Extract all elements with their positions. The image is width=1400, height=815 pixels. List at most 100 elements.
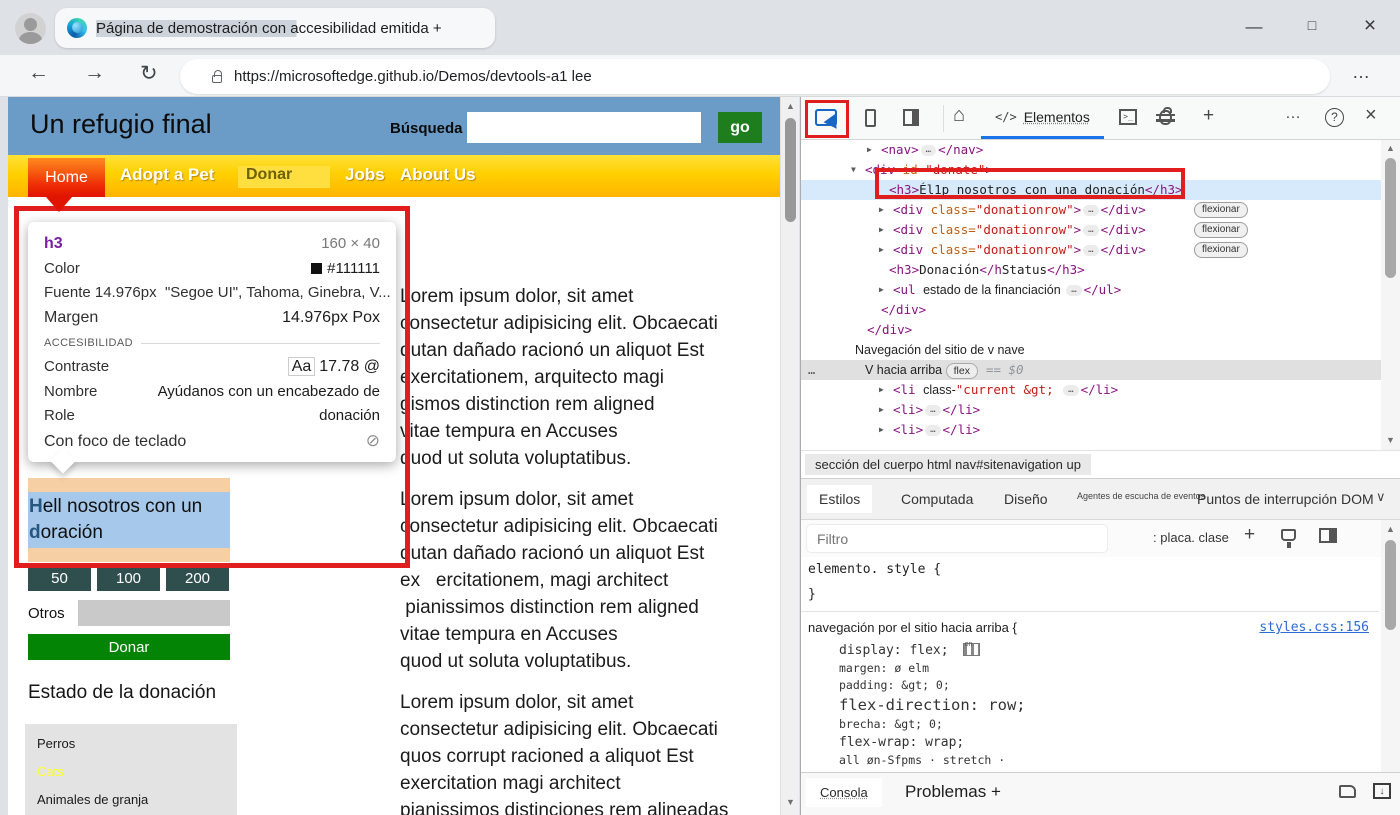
minimize-button[interactable]: — [1240,17,1268,37]
devtools-close-icon[interactable]: × [1365,104,1377,127]
styles-scroll-up[interactable]: ▲ [1381,524,1400,534]
css-declaration[interactable]: brecha: &gt; 0; [801,716,1379,733]
reload-button[interactable]: ↻ [140,61,158,86]
add-panel-icon[interactable]: + [1203,105,1214,127]
expand-arrow-icon[interactable]: ▶ [879,240,884,260]
new-style-rule-icon[interactable]: + [1244,524,1255,546]
forward-button[interactable]: → [84,61,105,85]
dom-tree-row[interactable]: Navegación del sitio de v nave [801,340,1400,360]
css-declaration[interactable]: all øn-Sfpms · stretch · [801,752,1379,769]
expand-arrow-icon[interactable]: ▶ [879,280,884,300]
browser-menu-button[interactable]: … [1352,62,1371,83]
back-button[interactable]: ← [28,61,49,85]
expand-arrow-icon[interactable]: ▼ [851,160,856,180]
tab-consola[interactable]: Consola [806,778,882,807]
tab-problemas[interactable]: Problemas + [905,782,1001,802]
row-options-dots[interactable]: … [808,360,815,380]
expand-arrow-icon[interactable]: ▶ [867,140,872,160]
css-selector[interactable]: navegación por el sitio hacia arriba { [808,620,1017,635]
dom-tree-row[interactable]: ▶<div class="donationrow">…</div>flexion… [801,240,1400,260]
devtools-help-icon[interactable]: ? [1325,108,1344,127]
tab-event-listeners[interactable]: Agentes de escucha de eventos [1077,491,1205,501]
console-panel-icon[interactable]: >_ [1119,109,1137,125]
dom-tree-row[interactable]: ▶<div class="donationrow">…</div>flexion… [801,200,1400,220]
home-panel-icon[interactable]: ⌂ [953,104,965,127]
scroll-up-arrow[interactable]: ▲ [781,101,800,111]
chevron-down-icon[interactable]: ∨ [1376,489,1386,505]
expand-arrow-icon[interactable]: ▶ [879,400,884,420]
nav-item-adopt[interactable]: Adopt a Pet [120,165,214,185]
flex-editor-icon[interactable]: on [963,643,980,656]
tab-estilos[interactable]: Estilos [807,485,872,513]
page-scrollbar-thumb[interactable] [785,118,796,222]
nav-item-jobs[interactable]: Jobs [345,165,385,185]
dom-tree-row[interactable]: </div> [801,300,1400,320]
expand-arrow-icon[interactable]: ▶ [879,200,884,220]
expand-arrow-icon[interactable]: ▶ [879,380,884,400]
search-go-button[interactable]: go [718,112,762,143]
nav-item-donar[interactable]: Donar [238,166,330,188]
status-item-perros[interactable]: Perros [37,736,237,751]
status-item-granja[interactable]: Animales de granja [37,792,237,807]
styles-scroll-thumb[interactable] [1385,540,1396,630]
dom-tree-row[interactable]: ▶<div class="donationrow">…</div>flexion… [801,220,1400,240]
tree-scroll-thumb[interactable] [1385,158,1396,278]
styles-filter-input[interactable] [807,525,1107,552]
browser-tab[interactable]: Página de demostración con accesibilidad… [55,8,495,48]
amount-50-button[interactable]: 50 [28,566,91,591]
css-declaration[interactable]: margen: ø elm [801,660,1379,677]
dom-tree-row[interactable]: ▶<li>…</li> [801,420,1400,440]
nav-item-about[interactable]: About Us [400,165,476,185]
breadcrumb[interactable]: sección del cuerpo html nav#sitenavigati… [805,454,1091,475]
css-declaration[interactable]: flex-wrap: wrap; [801,733,1379,752]
dock-drawer-icon[interactable]: ↓ [1373,783,1391,799]
stylesheet-link[interactable]: styles.css:156 [1259,620,1369,635]
tree-scroll-down[interactable]: ▼ [1381,435,1400,445]
amount-200-button[interactable]: 200 [166,566,229,591]
page-scrollbar[interactable]: ▲ ▼ [780,97,799,815]
expand-arrow-icon[interactable]: ▶ [879,220,884,240]
tab-computada[interactable]: Computada [901,491,973,507]
dom-tree-row[interactable]: ▶<ul estado de la financiación …</ul> [801,280,1400,300]
profile-avatar[interactable] [15,13,46,44]
flex-badge[interactable]: flexionar [1194,222,1248,238]
window-close-button[interactable]: × [1356,14,1384,38]
dom-tree-row[interactable]: ▶<li>…</li> [801,400,1400,420]
devtools-more-icon[interactable]: … [1285,105,1302,123]
dom-tree-row[interactable]: <h3>Donación</hStatus</h3> [801,260,1400,280]
tree-scroll-up[interactable]: ▲ [1381,143,1400,153]
tab-elementos[interactable]: </> Elementos [981,97,1104,139]
flex-badge[interactable]: flexionar [1194,242,1248,258]
placa-clase-label[interactable]: : placa. clase [1153,530,1229,545]
css-declaration[interactable]: display: flex;on [801,641,1379,660]
expand-arrow-icon[interactable]: ▶ [879,420,884,440]
amount-100-button[interactable]: 100 [97,566,160,591]
css-declaration[interactable]: flex-direction: row; [801,694,1379,716]
css-declaration[interactable]: padding: &gt; 0; [801,677,1379,694]
dock-side-icon[interactable] [903,109,919,126]
open-in-new-icon[interactable] [1339,785,1356,798]
element-state-brush-icon[interactable] [1281,529,1296,541]
tab-dom-breakpoints[interactable]: Puntos de interrupción DOM [1197,491,1374,507]
search-input[interactable] [467,112,701,143]
dom-tree-row[interactable]: …V hacia arriba flex== $0 [801,360,1400,380]
flex-badge[interactable]: flexionar [1194,202,1248,218]
styles-scrollbar[interactable]: ▲ [1381,520,1400,815]
dom-tree-scrollbar[interactable]: ▲ ▼ [1381,140,1400,450]
maximize-button[interactable]: □ [1298,17,1326,33]
device-emulation-icon[interactable] [865,109,876,127]
donate-button[interactable]: Donar [28,634,230,660]
dom-tree-row[interactable]: </div> [801,320,1400,340]
status-item-cats[interactable]: Cats [37,764,237,779]
tab-diseno[interactable]: Diseño [1004,491,1048,507]
address-bar[interactable]: https://microsoftedge.github.io/Demos/de… [180,59,1330,94]
nav-item-home[interactable]: Home [28,158,105,197]
dom-tree-row[interactable]: ▶<li class-"current &gt; …</li> [801,380,1400,400]
dom-tree-row[interactable]: ▶<nav>…</nav> [801,140,1400,160]
scroll-down-arrow[interactable]: ▼ [781,797,800,807]
debugger-bug-icon[interactable] [1159,110,1172,125]
toggle-panel-icon[interactable] [1319,528,1337,543]
other-amount-input[interactable] [78,600,230,626]
element-style-rule[interactable]: elemento. style { [801,557,1379,582]
inspect-element-icon[interactable] [815,109,837,126]
